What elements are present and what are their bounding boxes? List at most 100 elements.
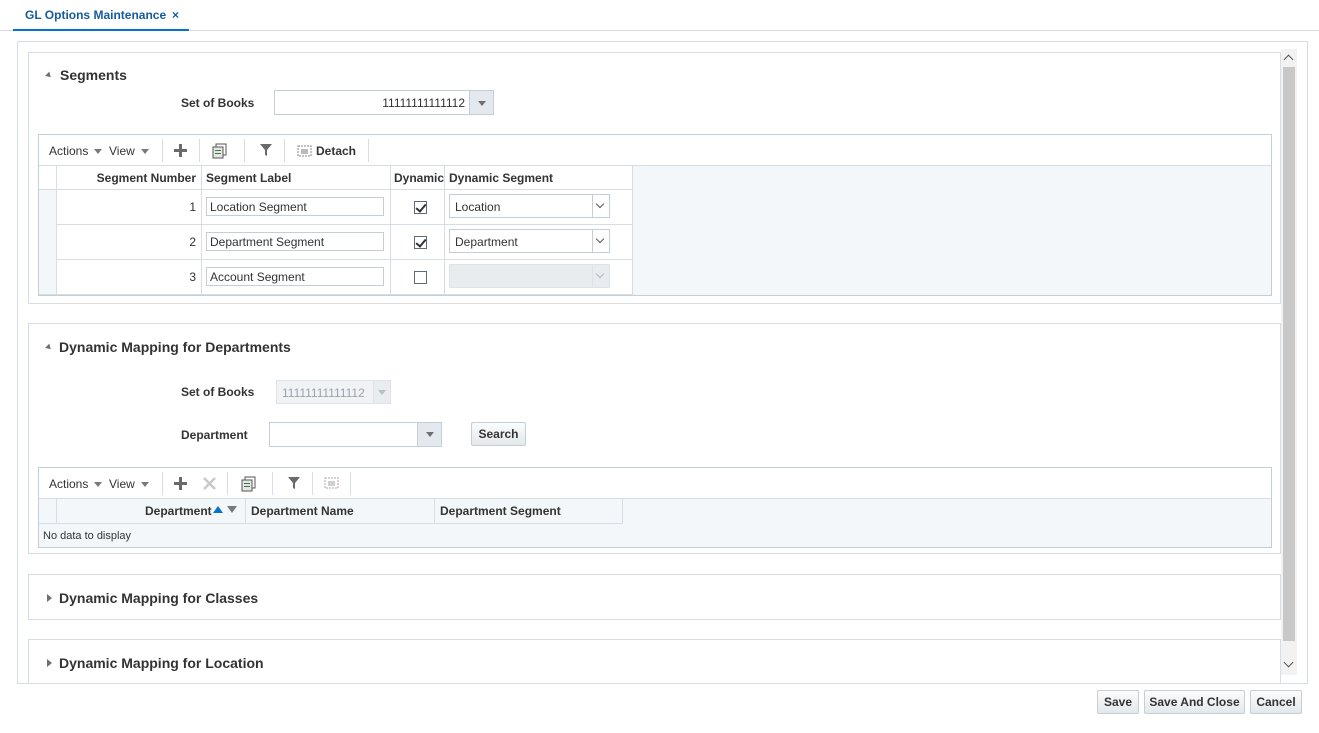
view-menu[interactable]: View: [109, 144, 149, 158]
cancel-button[interactable]: Cancel: [1250, 690, 1302, 714]
actions-menu[interactable]: Actions: [49, 477, 103, 491]
departments-grid: Department Department Name Department Se…: [39, 499, 1271, 547]
segments-panel: Segments Set of Books 11111111111112 Act…: [28, 52, 1281, 304]
toolbar-divider: [368, 139, 369, 162]
divider: [444, 166, 445, 295]
dynamic-checkbox[interactable]: [414, 201, 427, 214]
col-header-department-segment[interactable]: Department Segment: [440, 504, 561, 518]
page-container: Segments Set of Books 11111111111112 Act…: [17, 41, 1308, 684]
departments-table: Actions View Department Department Name …: [38, 467, 1272, 548]
detach-icon: [297, 145, 312, 157]
chevron-down-icon: [595, 269, 605, 279]
set-of-books-select[interactable]: 11111111111112: [274, 90, 494, 115]
col-header-dynamic-segment[interactable]: Dynamic Segment: [449, 171, 553, 185]
col-header-segment-number[interactable]: Segment Number: [59, 171, 196, 185]
chevron-down-icon: [94, 149, 103, 155]
tab-gl-options-maintenance[interactable]: GL Options Maintenance ×: [13, 0, 189, 31]
department-select[interactable]: [269, 422, 442, 447]
export-icon[interactable]: [241, 475, 258, 492]
actions-menu[interactable]: Actions: [49, 144, 103, 158]
toolbar-divider: [272, 472, 273, 495]
dept-mapping-title: Dynamic Mapping for Departments: [59, 339, 291, 355]
export-icon[interactable]: [212, 142, 229, 159]
dynamic-checkbox[interactable]: [414, 236, 427, 249]
class-mapping-panel: Dynamic Mapping for Classes: [28, 574, 1281, 620]
chevron-down-icon: [378, 390, 386, 395]
col-header-segment-label[interactable]: Segment Label: [206, 171, 291, 185]
dynamic-segment-select[interactable]: Location: [449, 194, 610, 218]
collapse-dept-mapping-icon[interactable]: [45, 343, 53, 352]
segment-label-input[interactable]: Department Segment: [206, 232, 384, 251]
save-button[interactable]: Save: [1097, 690, 1139, 714]
dropdown-button[interactable]: [592, 195, 609, 217]
add-icon[interactable]: [173, 143, 188, 158]
toolbar-divider: [162, 139, 163, 162]
divider: [245, 499, 246, 523]
collapse-segments-icon[interactable]: [45, 71, 53, 80]
chevron-down-icon: [94, 482, 103, 488]
sort-ascending-icon[interactable]: [213, 506, 223, 513]
segment-label-input[interactable]: Account Segment: [206, 267, 384, 286]
toolbar-divider: [162, 472, 163, 495]
tab-bar: GL Options Maintenance ×: [0, 0, 1319, 31]
add-icon[interactable]: [173, 476, 188, 491]
dynamic-segment-value: Department: [455, 235, 518, 249]
toolbar-divider: [350, 472, 351, 495]
set-of-books-value: 11111111111112: [282, 386, 365, 400]
view-menu[interactable]: View: [109, 477, 149, 491]
toolbar-divider: [284, 139, 285, 162]
view-label: View: [109, 144, 135, 158]
tab-label[interactable]: GL Options Maintenance: [25, 8, 166, 22]
tab-close-icon[interactable]: ×: [172, 8, 179, 22]
location-mapping-title[interactable]: Dynamic Mapping for Location: [59, 655, 264, 671]
col-header-department[interactable]: Department: [145, 504, 212, 518]
divider: [632, 166, 633, 295]
segment-number: 2: [189, 235, 196, 249]
divider: [39, 294, 632, 295]
sort-descending-icon[interactable]: [227, 506, 237, 513]
chevron-down-icon: [140, 482, 149, 488]
empty-message: No data to display: [43, 530, 132, 542]
chevron-down-icon: [595, 234, 605, 244]
segment-label-input[interactable]: Location Segment: [206, 197, 384, 216]
dropdown-button: [373, 381, 390, 403]
class-mapping-title[interactable]: Dynamic Mapping for Classes: [59, 590, 258, 606]
expand-class-mapping-icon[interactable]: [47, 594, 52, 602]
save-and-close-button[interactable]: Save And Close: [1144, 690, 1245, 714]
segment-number: 3: [189, 270, 196, 284]
dropdown-button[interactable]: [417, 423, 441, 446]
divider: [622, 499, 623, 523]
dynamic-checkbox[interactable]: [414, 271, 427, 284]
scrollbar-thumb[interactable]: [1283, 67, 1295, 641]
col-header-department-name[interactable]: Department Name: [251, 504, 354, 518]
delete-icon: [203, 477, 216, 490]
vertical-scrollbar[interactable]: [1281, 49, 1297, 675]
dropdown-button[interactable]: [469, 91, 493, 114]
departments-toolbar: Actions View: [39, 468, 1271, 499]
divider: [434, 499, 435, 523]
scroll-up-icon[interactable]: [1283, 54, 1294, 65]
detach-button[interactable]: Detach: [297, 144, 356, 158]
toolbar-divider: [312, 472, 313, 495]
dropdown-button[interactable]: [592, 230, 609, 252]
expand-location-mapping-icon[interactable]: [47, 659, 52, 667]
set-of-books-label: Set of Books: [181, 96, 255, 110]
divider: [56, 166, 57, 295]
chevron-down-icon: [426, 432, 434, 437]
scroll-down-icon[interactable]: [1283, 657, 1294, 668]
segments-table: Actions View Detach Segment Number Segme…: [38, 134, 1272, 296]
divider: [201, 166, 202, 295]
actions-label: Actions: [49, 144, 89, 158]
col-header-dynamic[interactable]: Dynamic: [394, 171, 444, 185]
dynamic-segment-select[interactable]: Department: [449, 229, 610, 253]
chevron-down-icon: [478, 101, 486, 106]
row-selector-column: [39, 190, 56, 294]
filter-icon[interactable]: [259, 143, 273, 157]
toolbar-divider: [199, 139, 200, 162]
filter-icon[interactable]: [287, 476, 301, 490]
set-of-books-select: 11111111111112: [276, 380, 391, 404]
set-of-books-value: 11111111111112: [382, 96, 465, 110]
toolbar-divider: [227, 472, 228, 495]
search-button[interactable]: Search: [471, 422, 526, 446]
location-mapping-panel: Dynamic Mapping for Location: [28, 639, 1281, 683]
